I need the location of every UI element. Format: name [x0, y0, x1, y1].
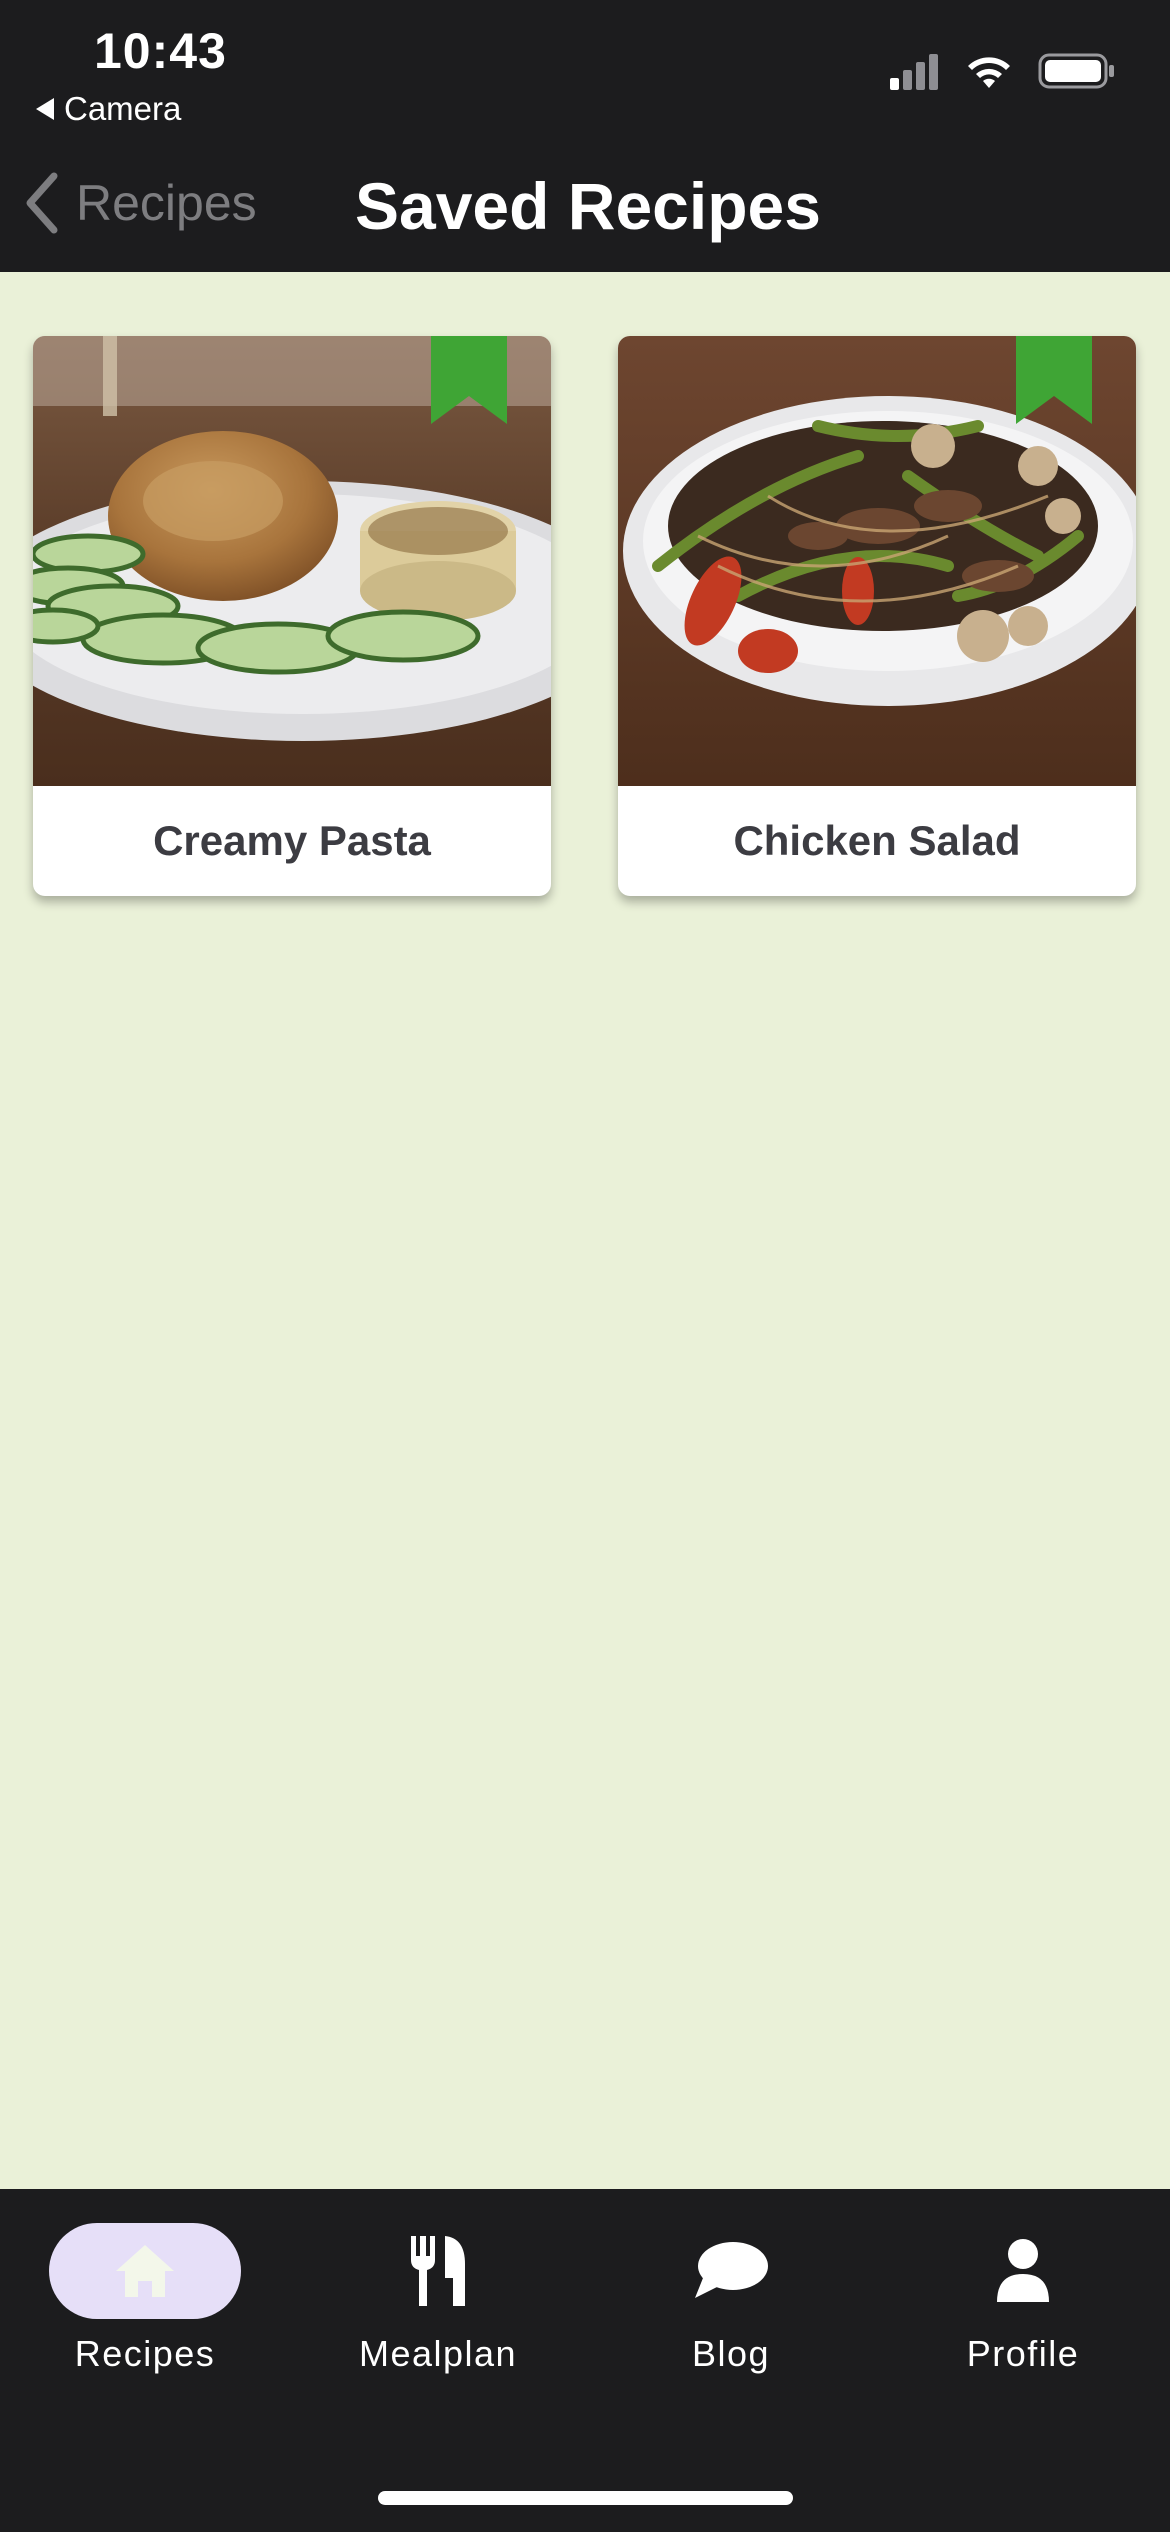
recipe-title: Chicken Salad: [733, 817, 1021, 864]
tab-bar: Recipes Mealplan Blog Profile: [0, 2189, 1170, 2532]
tab-recipes[interactable]: Recipes: [25, 2223, 265, 2375]
battery-icon: [1038, 53, 1114, 89]
status-time: 10:43: [94, 23, 227, 79]
bookmark-icon[interactable]: [1016, 336, 1092, 424]
fork-knife-icon: [411, 2236, 465, 2306]
cellular-signal-icon: [890, 54, 938, 90]
top-bar: 10:43 Camera Recipes Saved Recipes: [0, 0, 1170, 272]
person-icon: [997, 2239, 1049, 2302]
wifi-icon: [968, 57, 1010, 88]
back-app-label: Camera: [64, 90, 182, 127]
home-indicator[interactable]: [378, 2491, 793, 2505]
tab-icon-wrap: [927, 2223, 1119, 2319]
back-triangle-icon: [36, 98, 54, 120]
bookmark-icon[interactable]: [431, 336, 507, 424]
nav-back-button[interactable]: Recipes: [22, 172, 257, 234]
nav-back-label: Recipes: [76, 175, 257, 231]
chevron-left-icon: [26, 172, 58, 234]
tab-icon-wrap: [342, 2223, 534, 2319]
recipe-title: Creamy Pasta: [153, 817, 431, 864]
home-icon: [116, 2245, 174, 2297]
tab-label: Profile: [966, 2333, 1080, 2374]
chat-bubble-icon: [695, 2242, 768, 2298]
tab-active-pill: [49, 2223, 241, 2319]
recipe-card[interactable]: Creamy Pasta: [33, 336, 551, 896]
status-icons: [888, 52, 1116, 90]
tab-label: Blog: [691, 2333, 771, 2374]
tab-label: Recipes: [74, 2333, 216, 2374]
tab-blog[interactable]: Blog: [611, 2223, 851, 2375]
recipe-card[interactable]: Chicken Salad: [618, 336, 1136, 896]
tab-profile[interactable]: Profile: [903, 2223, 1143, 2375]
page-title: Saved Recipes: [355, 169, 821, 243]
tab-label: Mealplan: [358, 2333, 518, 2374]
tab-icon-wrap: [635, 2223, 827, 2319]
tab-mealplan[interactable]: Mealplan: [318, 2223, 558, 2375]
back-to-app-link[interactable]: Camera: [36, 90, 181, 128]
